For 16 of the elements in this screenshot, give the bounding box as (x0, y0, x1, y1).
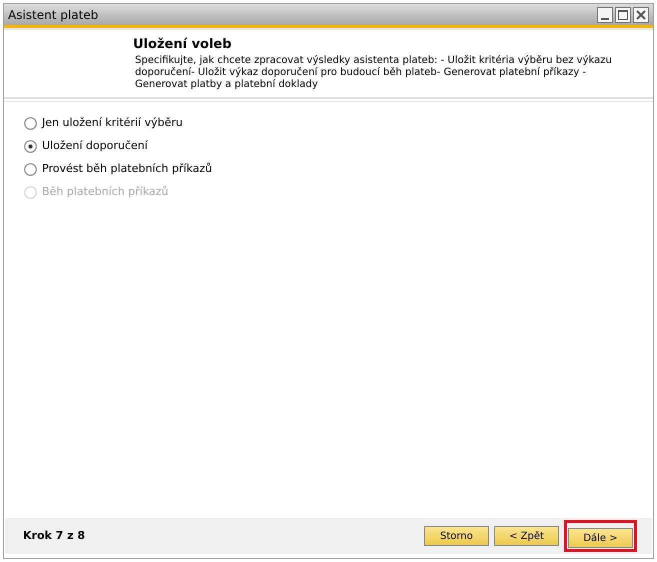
page-title: Uložení voleb (133, 36, 233, 54)
window-title: Asistent plateb (8, 6, 98, 24)
radio-button[interactable] (24, 163, 37, 176)
step-indicator: Krok 7 z 8 (23, 528, 86, 544)
option-label[interactable]: Provést běh platebních příkazů (42, 161, 212, 178)
close-icon[interactable] (633, 6, 649, 22)
radio-button[interactable] (24, 140, 37, 153)
minimize-icon[interactable] (597, 6, 613, 22)
option-label[interactable]: Jen uložení kritérií výběru (42, 115, 183, 132)
dialog-button[interactable]: Storno (424, 526, 489, 546)
radio-button[interactable] (24, 117, 37, 130)
maximize-icon[interactable] (615, 6, 631, 22)
page-description: Specifikujte, jak chcete zpracovat výsledky asistenta plateb: - Uložit kritéria výběru bez výkazu doporučení- Uložit výkaz doporučení pro budoucí běh plateb- Generovat platební příkazy - Generovat platby a platební doklady (134, 54, 613, 90)
dialog-button[interactable]: Dále > (568, 528, 633, 548)
option-label[interactable]: Uložení doporučení (42, 138, 148, 155)
dialog-button[interactable]: < Zpět (494, 526, 559, 546)
